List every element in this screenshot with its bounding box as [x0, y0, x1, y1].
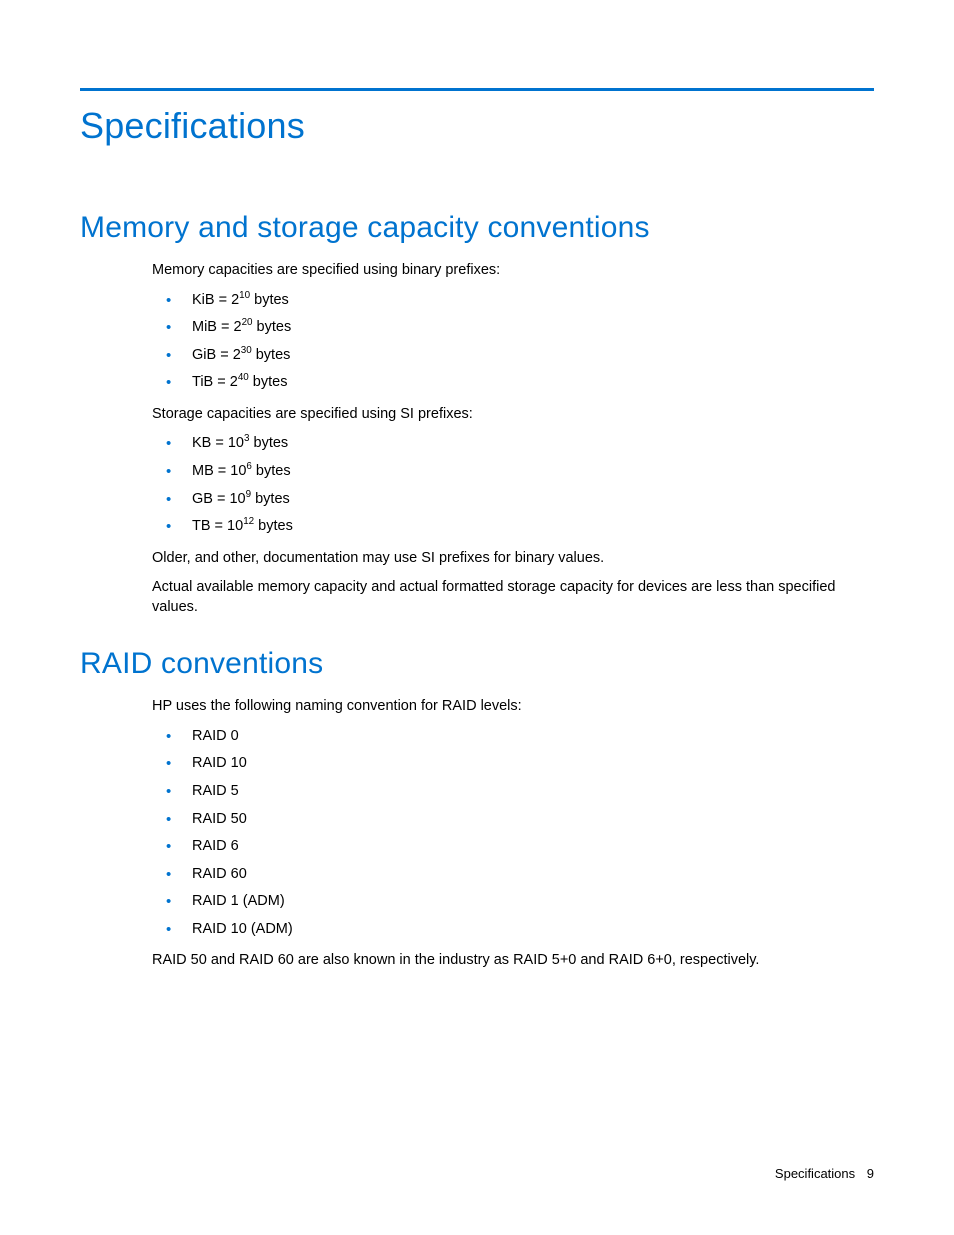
unit-suffix: bytes: [249, 374, 288, 390]
exponent: 10: [239, 290, 250, 301]
list-item: KiB = 210 bytes: [152, 291, 866, 311]
list-item: RAID 6: [152, 837, 866, 857]
list-item: RAID 10 (ADM): [152, 920, 866, 940]
unit-label: TiB = 2: [192, 374, 238, 390]
si-intro: Storage capacities are specified using S…: [152, 405, 866, 425]
unit-suffix: bytes: [251, 491, 290, 507]
section2-body: HP uses the following naming convention …: [152, 697, 866, 971]
list-item: GB = 109 bytes: [152, 490, 866, 510]
unit-suffix: bytes: [252, 347, 291, 363]
list-item: RAID 60: [152, 865, 866, 885]
list-item: TiB = 240 bytes: [152, 373, 866, 393]
page-footer: Specifications 9: [775, 1166, 874, 1181]
si-prefix-list: KB = 103 bytes MB = 106 bytes GB = 109 byt…: [152, 434, 866, 536]
list-item: RAID 1 (ADM): [152, 892, 866, 912]
list-item: MB = 106 bytes: [152, 462, 866, 482]
footer-label: Specifications: [775, 1166, 855, 1181]
page-title: Specifications: [80, 105, 874, 147]
section-heading-raid: RAID conventions: [80, 647, 874, 681]
unit-label: TB = 10: [192, 518, 243, 534]
unit-suffix: bytes: [253, 319, 292, 335]
list-item: MiB = 220 bytes: [152, 318, 866, 338]
exponent: 30: [241, 345, 252, 356]
exponent: 40: [238, 372, 249, 383]
raid-intro: HP uses the following naming convention …: [152, 697, 866, 717]
unit-label: KiB = 2: [192, 292, 239, 308]
list-item: RAID 0: [152, 727, 866, 747]
exponent: 12: [243, 516, 254, 527]
memory-note-1: Older, and other, documentation may use …: [152, 549, 866, 569]
list-item: RAID 5: [152, 782, 866, 802]
raid-level-list: RAID 0 RAID 10 RAID 5 RAID 50 RAID 6 RAID 60 R…: [152, 727, 866, 940]
memory-intro: Memory capacities are specified using bi…: [152, 261, 866, 281]
list-item: KB = 103 bytes: [152, 434, 866, 454]
footer-page-number: 9: [867, 1166, 874, 1181]
list-item: RAID 50: [152, 810, 866, 830]
section-heading-memory: Memory and storage capacity conventions: [80, 211, 874, 245]
header-rule: [80, 88, 874, 91]
unit-suffix: bytes: [254, 518, 293, 534]
page-content: Specifications Memory and storage capaci…: [0, 0, 954, 971]
unit-label: GB = 10: [192, 491, 246, 507]
unit-suffix: bytes: [249, 435, 288, 451]
exponent: 20: [242, 317, 253, 328]
unit-suffix: bytes: [250, 292, 289, 308]
unit-suffix: bytes: [252, 463, 291, 479]
section1-body: Memory capacities are specified using bi…: [152, 261, 866, 617]
unit-label: MB = 10: [192, 463, 246, 479]
memory-note-2: Actual available memory capacity and act…: [152, 578, 866, 617]
unit-label: MiB = 2: [192, 319, 242, 335]
unit-label: KB = 10: [192, 435, 244, 451]
binary-prefix-list: KiB = 210 bytesMiB = 220 bytesGiB = 230 …: [152, 291, 866, 393]
list-item: GiB = 230 bytes: [152, 346, 866, 366]
list-item: RAID 10: [152, 754, 866, 774]
unit-label: GiB = 2: [192, 347, 241, 363]
list-item: TB = 1012 bytes: [152, 517, 866, 537]
raid-closing: RAID 50 and RAID 60 are also known in th…: [152, 951, 866, 971]
